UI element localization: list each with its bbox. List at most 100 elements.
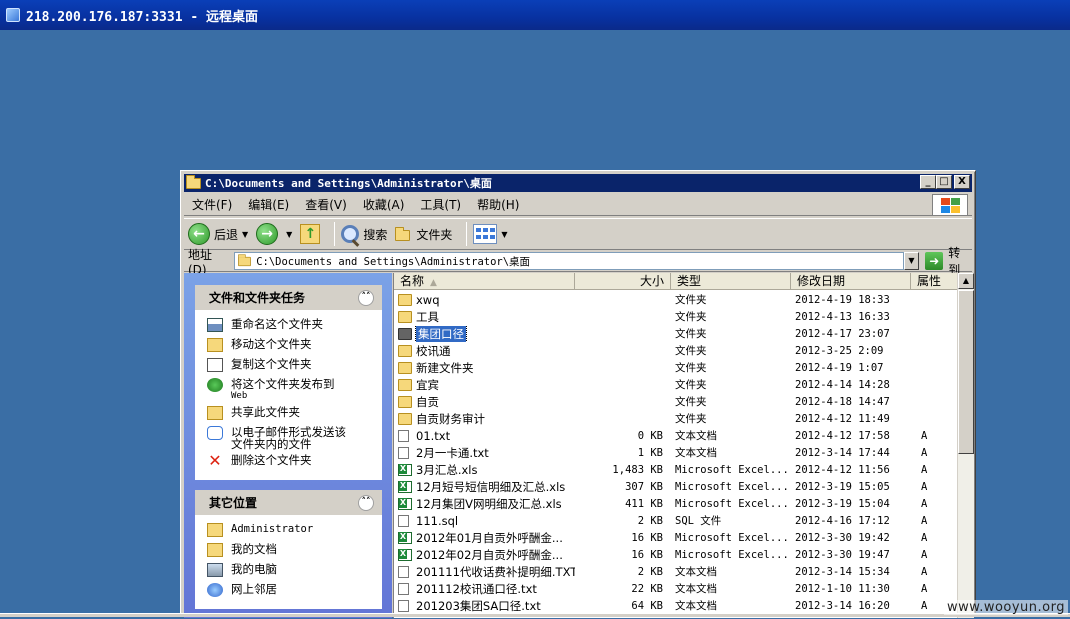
file-row[interactable]: 集团口径 文件夹 2012-4-17 23:07 <box>394 325 958 342</box>
file-date: 2012-3-14 15:34 <box>795 565 890 578</box>
place-my-documents[interactable]: 我的文档 <box>207 543 374 563</box>
file-row[interactable]: 2012年01月自贡外呼酬金... 16 KB Microsoft Excel...… <box>394 529 958 546</box>
menu-file[interactable]: 文件(F) <box>184 196 240 213</box>
excel-file-icon <box>398 463 412 476</box>
vertical-scrollbar[interactable]: ▲ <box>957 273 974 618</box>
file-name: 工具 <box>416 309 439 324</box>
address-label: 地址(D) <box>188 247 213 277</box>
file-type: Microsoft Excel... <box>675 480 789 493</box>
folder-up-icon: ↑ <box>300 224 321 244</box>
file-type: Microsoft Excel... <box>675 463 789 476</box>
column-header-size[interactable]: 大小 <box>575 273 671 290</box>
file-row[interactable]: 校讯通 文件夹 2012-3-25 2:09 <box>394 342 958 359</box>
toolbar-separator <box>466 222 468 246</box>
file-row[interactable]: 12月短号短信明细及汇总.xls 307 KB Microsoft Excel...… <box>394 478 958 495</box>
file-row[interactable]: 新建文件夹 文件夹 2012-4-19 1:07 <box>394 359 958 376</box>
file-name: 12月短号短信明细及汇总.xls <box>416 479 566 494</box>
file-name-cell: 自贡财务审计 <box>394 411 575 427</box>
task-rename-folder[interactable]: 重命名这个文件夹 <box>207 318 374 338</box>
file-name-cell: 201112校讯通口径.txt <box>394 581 575 597</box>
file-size: 411 KB <box>625 497 663 510</box>
minimize-button[interactable]: _ <box>920 175 936 189</box>
collapse-chevron-icon[interactable]: ˄˄ <box>358 289 374 306</box>
file-row[interactable]: 201111代收话费补提明细.TXT 2 KB 文本文档 2012-3-14 15:3… <box>394 563 958 580</box>
file-name: 12月集团V网明细及汇总.xls <box>416 496 562 511</box>
task-email-files[interactable]: 以电子邮件形式发送该文件夹内的文件 <box>207 426 374 454</box>
place-administrator[interactable]: Administrator <box>207 523 374 543</box>
file-name: 校讯通 <box>416 343 451 358</box>
file-date: 2012-3-19 15:04 <box>795 497 890 510</box>
task-copy-folder[interactable]: 复制这个文件夹 <box>207 358 374 378</box>
file-name-cell: 12月短号短信明细及汇总.xls <box>394 479 575 495</box>
forward-button[interactable]: → ▼ <box>256 223 292 245</box>
file-row[interactable]: 111.sql 2 KB SQL 文件 2012-4-16 17:12 A <box>394 512 958 529</box>
address-input[interactable]: C:\Documents and Settings\Administrator\… <box>234 252 904 270</box>
folder-icon <box>238 253 252 266</box>
column-header-type[interactable]: 类型 <box>671 273 791 290</box>
explorer-titlebar[interactable]: C:\Documents and Settings\Administrator\… <box>184 174 972 192</box>
file-list-view[interactable]: 名称 ▲ 大小 类型 修改日期 属性 xwq 文件夹 2012-4-19 18:33 工… <box>393 273 974 618</box>
column-header-attributes[interactable]: 属性 <box>911 273 958 290</box>
task-delete-folder[interactable]: ✕ 删除这个文件夹 <box>207 453 374 474</box>
close-button[interactable]: X <box>954 175 970 189</box>
file-name-cell: 201111代收话费补提明细.TXT <box>394 564 575 580</box>
file-name-cell: 新建文件夹 <box>394 360 575 376</box>
place-my-computer[interactable]: 我的电脑 <box>207 563 374 583</box>
windows-logo-icon <box>932 194 968 216</box>
file-row[interactable]: 2012年02月自贡外呼酬金... 16 KB Microsoft Excel...… <box>394 546 958 563</box>
column-header-date[interactable]: 修改日期 <box>791 273 911 290</box>
task-move-folder[interactable]: 移动这个文件夹 <box>207 338 374 358</box>
search-button[interactable]: 搜索 <box>341 225 387 243</box>
file-type: 文件夹 <box>675 413 707 425</box>
file-row[interactable]: 2月一卡通.txt 1 KB 文本文档 2012-3-14 17:44 A <box>394 444 958 461</box>
file-name: 01.txt <box>416 428 451 443</box>
menu-tools[interactable]: 工具(T) <box>412 196 469 213</box>
column-header-name[interactable]: 名称 ▲ <box>394 273 575 290</box>
menu-help[interactable]: 帮助(H) <box>469 196 527 213</box>
file-row[interactable]: 宜宾 文件夹 2012-4-14 14:28 <box>394 376 958 393</box>
remote-desktop-titlebar[interactable]: 218.200.176.187:3331 - 远程桌面 <box>0 0 1070 30</box>
views-button[interactable]: ▼ <box>473 224 508 244</box>
file-name-cell: 2月一卡通.txt <box>394 445 575 461</box>
file-date: 2012-4-17 23:07 <box>795 327 890 340</box>
up-button[interactable]: ↑ <box>300 224 321 244</box>
back-button[interactable]: ← 后退 ▼ <box>188 223 248 245</box>
file-size: 22 KB <box>631 582 663 595</box>
publish-web-icon <box>207 378 223 392</box>
file-row[interactable]: 自贡 文件夹 2012-4-18 14:47 <box>394 393 958 410</box>
address-dropdown-button[interactable]: ▼ <box>903 252 920 270</box>
file-date: 2012-4-19 18:33 <box>795 293 890 306</box>
forward-dropdown-icon[interactable]: ▼ <box>286 230 292 239</box>
other-places-header[interactable]: 其它位置 ˄˄ <box>195 490 382 515</box>
task-publish-web[interactable]: 将这个文件夹发布到 Web <box>207 378 374 406</box>
excel-file-icon <box>398 548 412 561</box>
file-row[interactable]: 201112校讯通口径.txt 22 KB 文本文档 2012-1-10 11:30 A <box>394 580 958 597</box>
folders-button[interactable]: 文件夹 <box>395 226 452 243</box>
search-icon <box>341 225 360 243</box>
file-name: 2月一卡通.txt <box>416 445 489 460</box>
back-dropdown-icon[interactable]: ▼ <box>242 230 248 239</box>
file-row[interactable]: 201203集团SA口径.txt 64 KB 文本文档 2012-3-14 16:20… <box>394 597 958 614</box>
menu-view[interactable]: 查看(V) <box>297 196 355 213</box>
file-name: 2012年01月自贡外呼酬金... <box>416 530 563 545</box>
file-row[interactable]: 工具 文件夹 2012-4-13 16:33 <box>394 308 958 325</box>
file-attributes: A <box>921 548 928 561</box>
menu-edit[interactable]: 编辑(E) <box>240 196 297 213</box>
place-network[interactable]: 网上邻居 <box>207 583 374 603</box>
menu-favorites[interactable]: 收藏(A) <box>355 196 413 213</box>
file-row[interactable]: 自贡财务审计 文件夹 2012-4-12 11:49 <box>394 410 958 427</box>
collapse-chevron-icon[interactable]: ˄˄ <box>358 494 374 511</box>
file-row[interactable]: 3月汇总.xls 1,483 KB Microsoft Excel... 2012-4… <box>394 461 958 478</box>
views-dropdown-icon[interactable]: ▼ <box>501 230 507 239</box>
scroll-up-button[interactable]: ▲ <box>958 273 974 289</box>
maximize-button[interactable]: □ <box>936 175 952 189</box>
file-row[interactable]: 12月集团V网明细及汇总.xls 411 KB Microsoft Excel...… <box>394 495 958 512</box>
file-row[interactable]: 01.txt 0 KB 文本文档 2012-4-12 17:58 A <box>394 427 958 444</box>
file-folder-tasks-header[interactable]: 文件和文件夹任务 ˄˄ <box>195 285 382 310</box>
task-share-folder[interactable]: 共享此文件夹 <box>207 406 374 426</box>
file-type: 文本文档 <box>675 447 717 459</box>
file-date: 2012-1-10 11:30 <box>795 582 890 595</box>
file-row[interactable]: xwq 文件夹 2012-4-19 18:33 <box>394 291 958 308</box>
file-attributes: A <box>921 497 928 510</box>
scroll-thumb[interactable] <box>958 290 974 454</box>
